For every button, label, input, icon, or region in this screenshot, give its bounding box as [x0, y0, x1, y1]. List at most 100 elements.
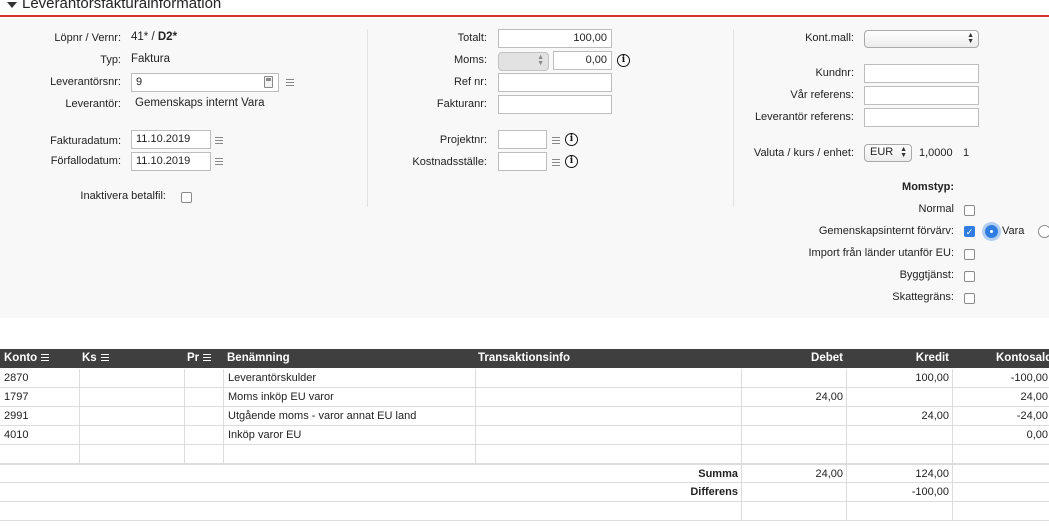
import-checkbox[interactable] [964, 249, 975, 260]
leverantor-label: Leverantör: [65, 98, 121, 110]
lookup-icon[interactable] [264, 76, 273, 88]
totalt-input[interactable]: 100,00 [498, 29, 612, 48]
transaktionsinfo-cell[interactable] [475, 445, 742, 464]
kredit-cell[interactable]: 100,00 [846, 369, 953, 388]
list-icon[interactable] [203, 354, 212, 362]
pr-cell[interactable] [184, 407, 224, 426]
differens-label: Differens [690, 486, 738, 498]
transaktionsinfo-cell[interactable] [475, 369, 742, 388]
info-icon[interactable]: i [565, 133, 578, 146]
saldo-cell: 24,00 [952, 388, 1049, 407]
konto-cell[interactable]: 4010 [0, 426, 80, 445]
kredit-cell[interactable] [846, 426, 953, 445]
konto-cell[interactable]: 2991 [0, 407, 80, 426]
ks-cell[interactable] [79, 369, 185, 388]
footer-cell [952, 502, 1049, 521]
debet-cell[interactable] [741, 445, 847, 464]
ks-cell[interactable] [79, 388, 185, 407]
list-icon[interactable] [41, 354, 50, 362]
pr-cell[interactable] [184, 369, 224, 388]
kontmall-label: Kont.mall: [805, 32, 854, 44]
momstyp-label: Momstyp: [902, 181, 954, 193]
info-icon[interactable]: i [617, 54, 630, 67]
ks-cell[interactable] [79, 407, 185, 426]
gemenskapsinternt-checkbox[interactable]: ✓ [964, 226, 975, 237]
var-referens-input[interactable] [864, 86, 979, 105]
fakturadatum-input[interactable]: 11.10.2019 [131, 130, 211, 149]
pr-cell[interactable] [184, 445, 224, 464]
valuta-select[interactable]: EUR ▲ ▼ [864, 144, 912, 162]
col-debet-header[interactable]: Debet [811, 352, 843, 364]
leverantor-referens-input[interactable] [864, 108, 979, 127]
debet-cell[interactable] [741, 426, 847, 445]
normal-checkbox[interactable] [964, 205, 975, 216]
col-transaktionsinfo-header[interactable]: Transaktionsinfo [478, 352, 570, 364]
kredit-cell[interactable]: 24,00 [846, 407, 953, 426]
kontmall-select[interactable]: ▲ ▼ [864, 30, 979, 48]
leverantorsnr-label: Leverantörsnr: [50, 76, 121, 88]
list-icon[interactable] [286, 79, 294, 86]
calendar-list-icon[interactable] [215, 158, 223, 165]
kundnr-input[interactable] [864, 64, 979, 83]
saldo-cell: 0,00 [952, 426, 1049, 445]
col-kontosaldo-header[interactable]: Kontosaldo [996, 352, 1049, 364]
forfallodatum-input[interactable]: 11.10.2019 [131, 152, 211, 171]
ks-cell[interactable] [79, 445, 185, 464]
benamning-cell[interactable]: Moms inköp EU varor [223, 388, 476, 407]
table-row[interactable]: 4010 Inköp varor EU 0,00 [0, 426, 1049, 445]
calendar-list-icon[interactable] [215, 137, 223, 144]
transaktionsinfo-cell[interactable] [475, 388, 742, 407]
col-kredit-header[interactable]: Kredit [916, 352, 949, 364]
fakturanr-input[interactable] [498, 95, 612, 114]
leverantor-value: Gemenskaps internt Vara [135, 97, 265, 109]
projektnr-label: Projektnr: [439, 134, 487, 146]
skattegrans-checkbox[interactable] [964, 293, 975, 304]
transaktionsinfo-cell[interactable] [475, 407, 742, 426]
leverantorsnr-input[interactable]: 9 [131, 73, 279, 92]
table-row-empty[interactable] [0, 445, 1049, 464]
refnr-input[interactable] [498, 73, 612, 92]
table-row[interactable]: 2991 Utgående moms - varor annat EU land… [0, 407, 1049, 426]
col-pr-header[interactable]: Pr [187, 352, 212, 364]
debet-cell[interactable]: 24,00 [741, 388, 847, 407]
vara-radio[interactable] [985, 225, 998, 238]
debet-cell[interactable] [741, 369, 847, 388]
import-label: Import från länder utanför EU: [808, 247, 954, 259]
pr-cell[interactable] [184, 388, 224, 407]
table-row[interactable]: 2870 Leverantörskulder 100,00 -100,00 [0, 369, 1049, 388]
list-icon[interactable] [552, 159, 560, 166]
benamning-cell[interactable]: Leverantörskulder [223, 369, 476, 388]
projektnr-input[interactable] [498, 130, 547, 149]
inaktivera-label: Inaktivera betalfil: [80, 190, 166, 202]
col-konto-header[interactable]: Konto [4, 352, 50, 364]
inaktivera-checkbox[interactable] [181, 192, 192, 203]
moms-input[interactable]: 0,00 [553, 51, 612, 70]
byggtjanst-checkbox[interactable] [964, 271, 975, 282]
kurs-value: 1,0000 [919, 147, 953, 159]
col-benamning-header[interactable]: Benämning [227, 352, 290, 364]
transaktionsinfo-cell[interactable] [475, 426, 742, 445]
ks-cell[interactable] [79, 426, 185, 445]
pr-cell[interactable] [184, 426, 224, 445]
collapse-triangle-icon[interactable] [7, 2, 17, 8]
table-row[interactable]: 1797 Moms inköp EU varor 24,00 24,00 [0, 388, 1049, 407]
leverantor-referens-label: Leverantör referens: [754, 111, 854, 123]
list-icon[interactable] [552, 137, 560, 144]
benamning-cell[interactable]: Utgående moms - varor annat EU land [223, 407, 476, 426]
kredit-cell[interactable] [846, 445, 953, 464]
konto-cell[interactable]: 2870 [0, 369, 80, 388]
col-ks-header[interactable]: Ks [82, 352, 109, 364]
benamning-cell[interactable]: Inköp varor EU [223, 426, 476, 445]
moms-rate-select[interactable]: ▲ ▼ [498, 52, 549, 71]
debet-cell[interactable] [741, 407, 847, 426]
konto-cell[interactable]: 1797 [0, 388, 80, 407]
kostnadsstalle-input[interactable] [498, 152, 547, 171]
konto-cell[interactable] [0, 445, 80, 464]
kredit-cell[interactable] [846, 388, 953, 407]
info-icon[interactable]: i [565, 155, 578, 168]
benamning-cell[interactable] [223, 445, 476, 464]
section-header[interactable]: Leverantörsfakturainformation [0, 0, 1049, 17]
tjanst-radio[interactable] [1038, 225, 1049, 238]
list-icon[interactable] [100, 354, 109, 362]
saldo-cell: -100,00 [952, 369, 1049, 388]
